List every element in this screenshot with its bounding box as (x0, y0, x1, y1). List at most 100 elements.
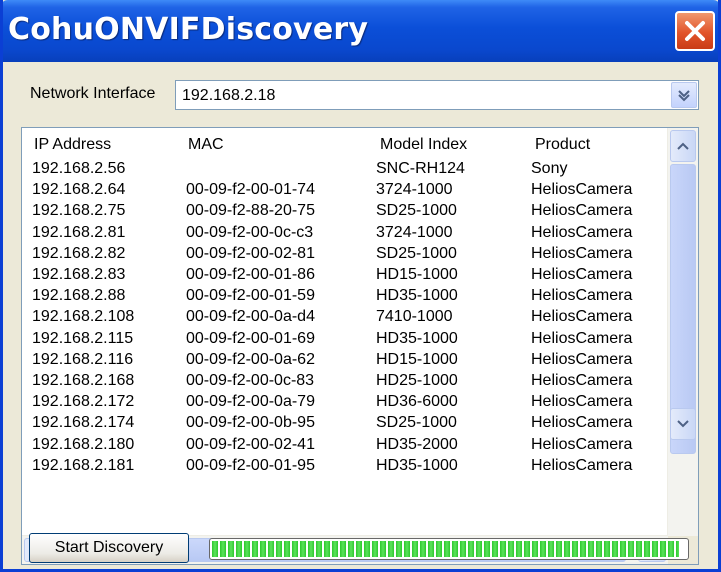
table-row[interactable]: 192.168.2.180 00-09-f2-00-02-41 HD35-2000 H… (22, 435, 668, 456)
mac-cell: 00-09-f2-00-0a-62 (186, 350, 315, 368)
ip-cell: 192.168.2.108 (32, 308, 135, 326)
mac-cell: 00-09-f2-00-0c-c3 (186, 223, 314, 241)
table-row[interactable]: 192.168.2.172 00-09-f2-00-0a-79 HD36-6000 H… (22, 392, 668, 413)
chevron-down-icon (678, 90, 690, 102)
dropdown-button[interactable] (671, 82, 697, 108)
scroll-up-button[interactable] (670, 130, 696, 162)
model-cell: 3724-1000 (376, 181, 453, 199)
mac-cell: 00-09-f2-88-20-75 (186, 202, 315, 220)
discovery-progress-bar (209, 538, 689, 560)
column-header-product[interactable]: Product (535, 136, 590, 154)
model-cell: HD35-2000 (376, 435, 458, 453)
ip-cell: 192.168.2.116 (32, 350, 134, 368)
mac-cell: 00-09-f2-00-0a-79 (186, 393, 315, 411)
app-window: CohuONVIFDiscovery Network Interface 192… (0, 0, 721, 572)
title-bar[interactable]: CohuONVIFDiscovery (3, 0, 718, 62)
ip-cell: 192.168.2.115 (32, 329, 134, 347)
table-row[interactable]: 192.168.2.115 00-09-f2-00-01-69 HD35-1000 H… (22, 329, 668, 350)
column-header-mac[interactable]: MAC (188, 136, 224, 154)
ip-cell: 192.168.2.168 (32, 372, 135, 389)
mac-cell: 00-09-f2-00-0a-d4 (186, 308, 315, 326)
table-row[interactable]: 192.168.2.56 SNC-RH124 Sony (22, 159, 668, 180)
ip-cell: 192.168.2.75 (32, 202, 126, 220)
column-header-ip[interactable]: IP Address (34, 136, 111, 154)
product-cell: Sony (531, 160, 568, 177)
list-rows: 192.168.2.56 SNC-RH124 Sony 192.168.2.64 00-… (22, 159, 668, 539)
model-cell: 7410-1000 (376, 308, 453, 326)
product-cell: HeliosCamera (531, 456, 633, 474)
product-cell: HeliosCamera (531, 181, 633, 199)
table-row[interactable]: 192.168.2.108 00-09-f2-00-0a-d4 7410-1000 H… (22, 307, 668, 328)
close-button[interactable] (675, 11, 715, 51)
model-cell: 3724-1000 (376, 223, 453, 241)
chevron-up-icon (677, 142, 689, 150)
product-cell: HeliosCamera (531, 244, 633, 262)
product-cell: HeliosCamera (531, 202, 633, 220)
ip-cell: 192.168.2.82 (32, 244, 126, 262)
table-row[interactable]: 192.168.2.81 00-09-f2-00-0c-c3 3724-1000 He… (22, 223, 668, 244)
ip-cell: 192.168.2.81 (32, 223, 126, 241)
ip-cell: 192.168.2.181 (32, 456, 135, 474)
table-row[interactable]: 192.168.2.168 00-09-f2-00-0c-83 HD25-1000 H… (22, 371, 668, 392)
product-cell: HeliosCamera (531, 308, 633, 326)
device-list[interactable]: IP Address MAC Model Index Product 192.1… (21, 127, 699, 565)
product-cell: HeliosCamera (531, 350, 633, 368)
model-cell: SD25-1000 (376, 414, 457, 432)
table-row[interactable]: 192.168.2.174 00-09-f2-00-0b-95 SD25-1000 H… (22, 413, 668, 434)
start-discovery-button[interactable]: Start Discovery (29, 533, 189, 563)
model-cell: HD15-1000 (376, 350, 458, 368)
model-cell: SD25-1000 (376, 244, 457, 262)
model-cell: HD35-1000 (376, 329, 458, 347)
product-cell: HeliosCamera (531, 329, 633, 347)
table-row[interactable]: 192.168.2.75 00-09-f2-88-20-75 SD25-1000 He… (22, 201, 668, 222)
product-cell: HeliosCamera (531, 287, 633, 305)
product-cell: HeliosCamera (531, 372, 633, 389)
product-cell: HeliosCamera (531, 223, 633, 241)
chevron-down-icon (677, 420, 689, 428)
ip-cell: 192.168.2.64 (32, 181, 126, 199)
mac-cell: 00-09-f2-00-01-86 (186, 266, 315, 283)
ip-cell: 192.168.2.83 (32, 266, 126, 283)
table-row[interactable]: 192.168.2.181 00-09-f2-00-01-95 HD35-1000 H… (22, 456, 668, 477)
table-row[interactable]: 192.168.2.82 00-09-f2-00-02-81 SD25-1000 He… (22, 244, 668, 265)
model-cell: HD15-1000 (376, 266, 458, 283)
mac-cell: 00-09-f2-00-02-41 (186, 435, 315, 453)
ip-cell: 192.168.2.88 (32, 287, 126, 305)
table-row[interactable]: 192.168.2.83 00-09-f2-00-01-86 HD15-1000 He… (22, 265, 668, 286)
table-row[interactable]: 192.168.2.88 00-09-f2-00-01-59 HD35-1000 He… (22, 286, 668, 307)
ip-cell: 192.168.2.56 (32, 160, 126, 177)
network-interface-value: 192.168.2.18 (182, 87, 276, 104)
table-row[interactable]: 192.168.2.116 00-09-f2-00-0a-62 HD15-1000 H… (22, 350, 668, 371)
ip-cell: 192.168.2.172 (32, 393, 135, 411)
progress-fill (212, 541, 679, 557)
product-cell: HeliosCamera (531, 414, 633, 432)
mac-cell: 00-09-f2-00-0c-83 (186, 372, 315, 389)
mac-cell: 00-09-f2-00-01-95 (186, 456, 315, 474)
close-icon (685, 21, 705, 41)
ip-cell: 192.168.2.180 (32, 435, 135, 453)
mac-cell: 00-09-f2-00-01-59 (186, 287, 315, 305)
vertical-scrollbar[interactable] (667, 128, 698, 538)
list-header: IP Address MAC Model Index Product (22, 128, 668, 158)
mac-cell: 00-09-f2-00-01-69 (186, 329, 315, 347)
model-cell: HD25-1000 (376, 372, 458, 389)
table-row[interactable]: 192.168.2.64 00-09-f2-00-01-74 3724-1000 He… (22, 180, 668, 201)
mac-cell: 00-09-f2-00-01-74 (186, 181, 315, 199)
model-cell: HD36-6000 (376, 393, 458, 411)
model-cell: SNC-RH124 (376, 160, 465, 177)
model-cell: HD35-1000 (376, 456, 458, 474)
scroll-down-button[interactable] (670, 408, 696, 440)
client-area: Network Interface 192.168.2.18 IP Addres… (3, 62, 718, 569)
mac-cell: 00-09-f2-00-0b-95 (186, 414, 315, 432)
product-cell: HeliosCamera (531, 393, 633, 411)
product-cell: HeliosCamera (531, 266, 633, 283)
product-cell: HeliosCamera (531, 435, 633, 453)
ip-cell: 192.168.2.174 (32, 414, 135, 432)
network-interface-dropdown[interactable]: 192.168.2.18 (175, 80, 699, 110)
window-title: CohuONVIFDiscovery (8, 12, 369, 47)
mac-cell: 00-09-f2-00-02-81 (186, 244, 315, 262)
column-header-model[interactable]: Model Index (380, 136, 467, 154)
model-cell: HD35-1000 (376, 287, 458, 305)
network-interface-label: Network Interface (30, 85, 156, 102)
model-cell: SD25-1000 (376, 202, 457, 220)
